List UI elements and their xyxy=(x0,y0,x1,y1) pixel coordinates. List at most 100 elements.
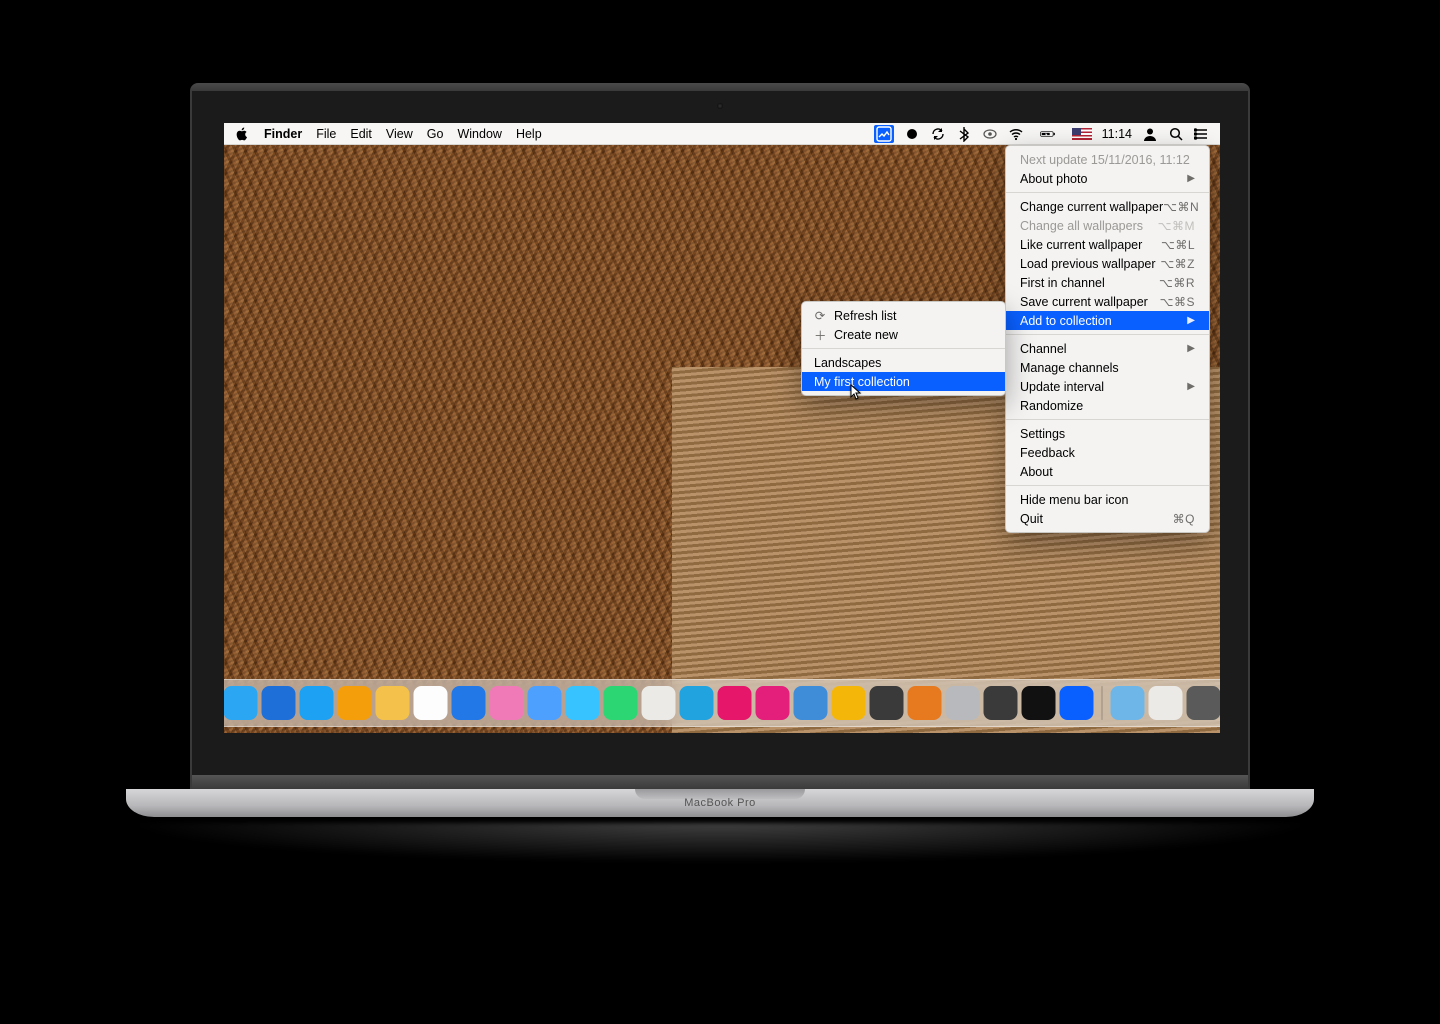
dock-app-icon[interactable] xyxy=(870,686,904,720)
menu-hide-icon[interactable]: Hide menu bar icon xyxy=(1006,490,1209,509)
menu-like[interactable]: Like current wallpaper ⌥⌘L xyxy=(1006,235,1209,254)
dock-app-icon[interactable] xyxy=(300,686,334,720)
dock-app-icon[interactable] xyxy=(1022,686,1056,720)
add-to-collection-submenu: ⟳ Refresh list ＋ Create new Landscapes M… xyxy=(801,301,1006,396)
menu-separator xyxy=(1006,419,1209,420)
menu-manage-channels-label: Manage channels xyxy=(1020,361,1119,375)
submenu-create-new[interactable]: ＋ Create new xyxy=(802,325,1005,344)
menu-randomize[interactable]: Randomize xyxy=(1006,396,1209,415)
menu-load-previous-shortcut: ⌥⌘Z xyxy=(1160,257,1195,271)
dock-app-icon[interactable] xyxy=(718,686,752,720)
menu-channel[interactable]: Channel ▶ xyxy=(1006,339,1209,358)
menu-update-interval[interactable]: Update interval ▶ xyxy=(1006,377,1209,396)
dock-app-icon[interactable] xyxy=(680,686,714,720)
menu-separator xyxy=(1006,485,1209,486)
menubar-left: Finder File Edit View Go Window Help xyxy=(234,126,542,142)
menubar-item-edit[interactable]: Edit xyxy=(350,127,372,141)
menubar-item-window[interactable]: Window xyxy=(457,127,501,141)
macos-dock[interactable] xyxy=(224,679,1220,727)
menu-load-previous[interactable]: Load previous wallpaper ⌥⌘Z xyxy=(1006,254,1209,273)
menu-quit[interactable]: Quit ⌘Q xyxy=(1006,509,1209,528)
submenu-collection-landscapes[interactable]: Landscapes xyxy=(802,353,1005,372)
menu-channel-label: Channel xyxy=(1020,342,1067,356)
menu-load-previous-label: Load previous wallpaper xyxy=(1020,257,1156,271)
wifi-icon[interactable] xyxy=(1008,126,1024,142)
dock-app-icon[interactable] xyxy=(452,686,486,720)
user-icon[interactable] xyxy=(1142,126,1158,142)
dock-app-icon[interactable] xyxy=(756,686,790,720)
dock-app-icon[interactable] xyxy=(1060,686,1094,720)
menu-about[interactable]: About xyxy=(1006,462,1209,481)
dock-app-icon[interactable] xyxy=(224,686,258,720)
menu-save-current[interactable]: Save current wallpaper ⌥⌘S xyxy=(1006,292,1209,311)
dock-app-icon[interactable] xyxy=(528,686,562,720)
menu-change-all-shortcut: ⌥⌘M xyxy=(1158,219,1195,233)
menu-change-all: Change all wallpapers ⌥⌘M xyxy=(1006,216,1209,235)
macbook-device: Finder File Edit View Go Window Help xyxy=(190,83,1250,863)
sync-icon[interactable] xyxy=(930,126,946,142)
dock-app-icon[interactable] xyxy=(908,686,942,720)
dock-app-icon[interactable] xyxy=(262,686,296,720)
wallpaper-app-menubar-icon[interactable] xyxy=(874,125,894,143)
menu-quit-shortcut: ⌘Q xyxy=(1173,512,1195,526)
battery-icon[interactable] xyxy=(1034,126,1062,142)
input-source-flag-icon[interactable] xyxy=(1072,128,1092,140)
menubar-item-view[interactable]: View xyxy=(386,127,413,141)
menubar-item-file[interactable]: File xyxy=(316,127,336,141)
menu-first-label: First in channel xyxy=(1020,276,1105,290)
dock-app-icon[interactable] xyxy=(1187,686,1221,720)
device-brand-label: MacBook Pro xyxy=(684,797,756,809)
dock-app-icon[interactable] xyxy=(566,686,600,720)
menu-save-shortcut: ⌥⌘S xyxy=(1160,295,1195,309)
macos-menubar: Finder File Edit View Go Window Help xyxy=(224,123,1220,145)
chevron-right-icon: ▶ xyxy=(1187,343,1195,354)
menu-change-current[interactable]: Change current wallpaper ⌥⌘N xyxy=(1006,197,1209,216)
dock-app-icon[interactable] xyxy=(794,686,828,720)
dock-app-icon[interactable] xyxy=(984,686,1018,720)
menu-change-all-label: Change all wallpapers xyxy=(1020,219,1143,233)
status-dot-icon[interactable] xyxy=(904,126,920,142)
apple-logo-icon[interactable] xyxy=(234,126,250,142)
menu-like-label: Like current wallpaper xyxy=(1020,238,1142,252)
menubar-item-help[interactable]: Help xyxy=(516,127,542,141)
dock-app-icon[interactable] xyxy=(414,686,448,720)
notification-center-icon[interactable] xyxy=(1194,126,1210,142)
submenu-collection-label: Landscapes xyxy=(814,356,881,370)
menu-like-shortcut: ⌥⌘L xyxy=(1161,238,1195,252)
menu-settings[interactable]: Settings xyxy=(1006,424,1209,443)
device-base: MacBook Pro xyxy=(126,789,1314,817)
device-bezel: Finder File Edit View Go Window Help xyxy=(190,91,1250,775)
dock-app-icon[interactable] xyxy=(490,686,524,720)
menu-feedback[interactable]: Feedback xyxy=(1006,443,1209,462)
menu-about-photo[interactable]: About photo ▶ xyxy=(1006,169,1209,188)
device-shadow xyxy=(126,823,1314,863)
chevron-right-icon: ▶ xyxy=(1187,315,1195,326)
chevron-right-icon: ▶ xyxy=(1187,381,1195,392)
menu-manage-channels[interactable]: Manage channels xyxy=(1006,358,1209,377)
menubar-clock[interactable]: 11:14 xyxy=(1102,127,1132,141)
menu-add-to-collection[interactable]: Add to collection ▶ xyxy=(1006,311,1209,330)
submenu-collection-my-first[interactable]: My first collection xyxy=(802,372,1005,391)
dock-app-icon[interactable] xyxy=(946,686,980,720)
spotlight-search-icon[interactable] xyxy=(1168,126,1184,142)
bluetooth-icon[interactable] xyxy=(956,126,972,142)
menu-add-to-collection-label: Add to collection xyxy=(1020,314,1112,328)
menu-about-label: About xyxy=(1020,465,1053,479)
dock-app-icon[interactable] xyxy=(1111,686,1145,720)
menubar-item-go[interactable]: Go xyxy=(427,127,444,141)
dock-app-icon[interactable] xyxy=(1149,686,1183,720)
menubar-app-name[interactable]: Finder xyxy=(264,127,302,141)
dock-app-icon[interactable] xyxy=(832,686,866,720)
dock-app-icon[interactable] xyxy=(604,686,638,720)
device-lid-top xyxy=(190,83,1250,91)
dock-app-icon[interactable] xyxy=(338,686,372,720)
submenu-refresh-list[interactable]: ⟳ Refresh list xyxy=(802,306,1005,325)
menu-settings-label: Settings xyxy=(1020,427,1065,441)
dock-app-icon[interactable] xyxy=(376,686,410,720)
dock-app-icon[interactable] xyxy=(642,686,676,720)
macos-screen: Finder File Edit View Go Window Help xyxy=(224,123,1220,733)
menu-about-photo-label: About photo xyxy=(1020,172,1087,186)
menu-first-shortcut: ⌥⌘R xyxy=(1159,276,1195,290)
menu-first-in-channel[interactable]: First in channel ⌥⌘R xyxy=(1006,273,1209,292)
display-icon[interactable] xyxy=(982,126,998,142)
